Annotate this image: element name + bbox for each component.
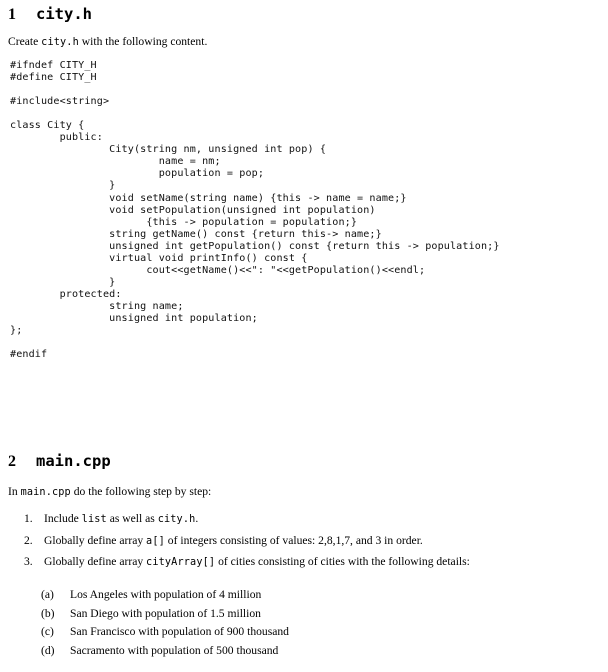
city-detail-item: (b) San Diego with population of 1.5 mill… — [14, 607, 574, 621]
list-marker: 1. — [24, 512, 33, 525]
step-text: of cities consisting of cities with the … — [215, 555, 470, 568]
list-marker: (c) — [41, 625, 54, 639]
step-text: Globally define array — [44, 533, 147, 547]
section-title: main.cpp — [36, 452, 111, 470]
code-line: virtual void printInfo() const { — [10, 252, 308, 264]
list-marker: 2. — [24, 533, 33, 547]
step-text: Globally define array — [44, 555, 147, 568]
code-line: unsigned int population; — [10, 312, 258, 324]
section-number: 2 — [8, 453, 16, 470]
code-identifier: a[] — [146, 535, 165, 547]
intro-prefix: In — [8, 485, 21, 498]
city-details-list: (a) Los Angeles with population of 4 mill… — [14, 588, 574, 662]
intro-filename: city.h — [41, 37, 79, 48]
code-identifier: cityArray[] — [146, 557, 216, 568]
code-line: name = nm; — [10, 156, 221, 168]
city-detail-text: Los Angeles with population of 4 million — [70, 588, 262, 601]
code-line: } — [10, 276, 116, 288]
code-identifier: city.h — [157, 514, 196, 525]
step-text: . — [195, 512, 199, 525]
code-line: {this -> population = population;} — [10, 216, 358, 228]
code-line: string name; — [10, 300, 184, 312]
intro-filename: main.cpp — [20, 487, 71, 498]
code-line: City(string nm, unsigned int pop) { — [10, 144, 327, 156]
section-title: city.h — [36, 5, 92, 23]
step-list-item: 3. Globally define array cityArray[] of c… — [14, 555, 594, 570]
code-line: cout<<getName()<<": "<<getPopulation()<<… — [10, 264, 426, 276]
code-line: #endif — [10, 349, 48, 361]
code-line: population = pop; — [10, 168, 265, 180]
city-detail-text: San Francisco with population of 900 tho… — [70, 625, 289, 639]
step-list-item: 2. Globally define array a[] of integers … — [14, 534, 594, 549]
list-marker: 3. — [24, 555, 33, 568]
code-identifier: list — [81, 514, 107, 525]
main-cpp-intro-paragraph: In main.cpp do the following step by ste… — [8, 485, 211, 500]
steps-list: 1. Include list as well as city.h. 2. Globa… — [14, 512, 594, 577]
list-marker: (a) — [41, 588, 54, 601]
city-detail-text: San Diego with population of 1.5 million — [70, 606, 261, 620]
step-text: Include — [44, 512, 82, 525]
intro-prefix: Create — [8, 35, 42, 48]
city-detail-item: (c) San Francisco with population of 900 … — [14, 625, 574, 639]
code-line: class City { — [10, 120, 85, 132]
step-text: of integers consisting of values: 2,8,1,… — [164, 533, 423, 547]
section-heading-main-cpp: 2 main.cpp — [8, 452, 111, 471]
code-line: string getName() const {return this-> na… — [10, 228, 382, 240]
code-line: void setPopulation(unsigned int populati… — [10, 204, 376, 216]
code-line: #define CITY_H — [10, 72, 97, 84]
code-line: unsigned int getPopulation() const {retu… — [10, 240, 500, 252]
code-line: }; — [10, 325, 23, 337]
code-line: protected: — [10, 288, 122, 300]
code-line: } — [10, 180, 116, 192]
city-detail-item: (d) Sacramento with population of 500 tho… — [14, 644, 574, 658]
code-line: #include<string> — [10, 96, 110, 108]
code-line: #ifndef CITY_H — [10, 60, 97, 71]
city-detail-text: Sacramento with population of 500 thousa… — [70, 643, 279, 657]
list-marker: (b) — [41, 606, 55, 620]
intro-suffix: do the following step by step: — [70, 485, 212, 498]
section-number: 1 — [8, 6, 16, 23]
intro-suffix: with the following content. — [78, 35, 208, 48]
city-detail-item: (a) Los Angeles with population of 4 mill… — [14, 588, 574, 602]
section-heading-city-h: 1 city.h — [8, 5, 92, 24]
city-h-code-block: #ifndef CITY_H #define CITY_H #include<st… — [10, 60, 500, 361]
code-line: public: — [10, 132, 103, 144]
city-h-intro-paragraph: Create city.h with the following content… — [8, 35, 207, 50]
list-marker: (d) — [41, 643, 55, 657]
step-text: as well as — [106, 512, 158, 525]
document-page: 1 city.h Create city.h with the followin… — [0, 0, 608, 672]
step-list-item: 1. Include list as well as city.h. — [14, 512, 594, 527]
code-line: void setName(string name) {this -> name … — [10, 192, 407, 204]
